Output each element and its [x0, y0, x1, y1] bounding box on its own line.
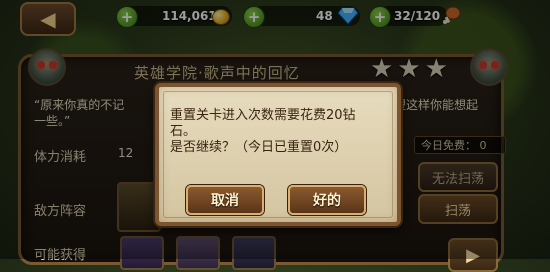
dialog-message-line2: 石。 [170, 124, 197, 139]
ok-button[interactable]: 好的 [288, 185, 366, 215]
cancel-button[interactable]: 取消 [186, 185, 264, 215]
dialog-message: 重置关卡进入次数需要花费20钻 石。 是否继续？（今日已重置0次） [170, 108, 356, 156]
dialog-message-line3: 是否继续？（今日已重置0次） [170, 140, 348, 155]
dialog-message-line1: 重置关卡进入次数需要花费20钻 [170, 108, 356, 123]
